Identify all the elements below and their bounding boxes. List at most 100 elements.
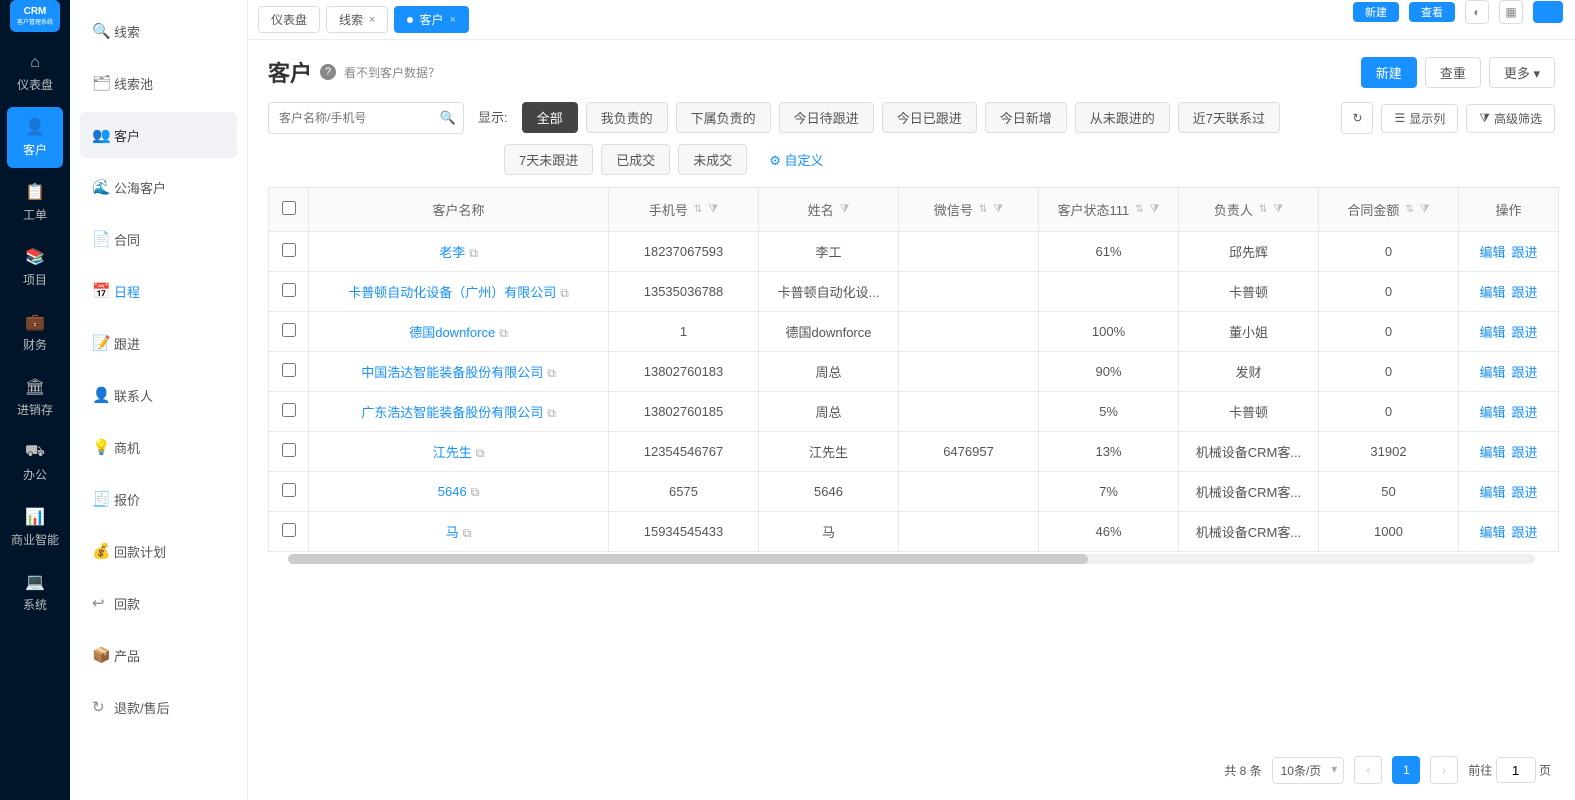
tab-1[interactable]: 线索× — [326, 6, 388, 33]
new-button[interactable]: 新建 — [1361, 57, 1417, 88]
edit-link[interactable]: 编辑 — [1479, 522, 1505, 541]
top-pill-1[interactable]: 新建 — [1353, 2, 1399, 22]
prev-page-button[interactable]: ‹ — [1354, 756, 1382, 784]
sidebar-item-0[interactable]: 🔍线索 — [80, 8, 237, 54]
filter-icon[interactable]: ⧩ — [840, 203, 850, 216]
horizontal-scrollbar[interactable] — [288, 554, 1535, 564]
nav-item-7[interactable]: 📊商业智能 — [7, 497, 63, 558]
jump-input[interactable] — [1496, 757, 1536, 783]
customer-name-link[interactable]: 5646 — [438, 484, 467, 499]
scroll-thumb[interactable] — [288, 554, 1088, 564]
sidebar-item-2[interactable]: 👥客户 — [80, 112, 237, 158]
filter-icon[interactable]: ⧩ — [1150, 203, 1160, 216]
filter-icon[interactable]: ⧩ — [1420, 203, 1430, 216]
sidebar-item-7[interactable]: 👤联系人 — [80, 372, 237, 418]
sort-icon[interactable]: ⇅ — [1405, 204, 1413, 215]
tab-0[interactable]: 仪表盘 — [258, 6, 320, 33]
avatar[interactable] — [1533, 1, 1563, 23]
sidebar-item-12[interactable]: 📦产品 — [80, 632, 237, 678]
search-icon[interactable]: 🔍 — [440, 110, 456, 126]
customer-name-link[interactable]: 老李 — [439, 245, 465, 260]
filter-chip-5[interactable]: 今日新增 — [985, 102, 1067, 133]
help-icon[interactable]: ? — [320, 64, 336, 80]
customer-name-link[interactable]: 中国浩达智能装备股份有限公司 — [361, 365, 543, 380]
customer-name-link[interactable]: 马 — [446, 525, 459, 540]
row-checkbox[interactable] — [282, 243, 296, 257]
row-checkbox[interactable] — [282, 283, 296, 297]
sort-icon[interactable]: ⇅ — [694, 204, 702, 215]
edit-link[interactable]: 编辑 — [1479, 242, 1505, 261]
row-checkbox[interactable] — [282, 323, 296, 337]
sidebar-item-8[interactable]: 💡商机 — [80, 424, 237, 470]
page-number-button[interactable]: 1 — [1392, 756, 1420, 784]
copy-icon[interactable]: ⧉ — [560, 286, 569, 300]
sidebar-item-10[interactable]: 💰回款计划 — [80, 528, 237, 574]
filter-chip2-1[interactable]: 已成交 — [601, 144, 670, 175]
copy-icon[interactable]: ⧉ — [476, 446, 485, 460]
close-icon[interactable]: × — [449, 14, 455, 26]
edit-link[interactable]: 编辑 — [1479, 402, 1505, 421]
follow-link[interactable]: 跟进 — [1512, 322, 1538, 341]
filter-icon[interactable]: ⧩ — [708, 203, 718, 216]
theme-icon[interactable]: ◐ — [1465, 0, 1489, 24]
sidebar-item-13[interactable]: ↻退款/售后 — [80, 684, 237, 730]
follow-link[interactable]: 跟进 — [1512, 242, 1538, 261]
close-icon[interactable]: × — [369, 14, 375, 26]
nav-item-2[interactable]: 📋工单 — [7, 172, 63, 233]
edit-link[interactable]: 编辑 — [1479, 322, 1505, 341]
advanced-filter-button[interactable]: ⧩高级筛选 — [1466, 104, 1555, 133]
customer-name-link[interactable]: 广东浩达智能装备股份有限公司 — [361, 405, 543, 420]
edit-link[interactable]: 编辑 — [1479, 482, 1505, 501]
follow-link[interactable]: 跟进 — [1512, 402, 1538, 421]
tab-2[interactable]: 客户× — [394, 6, 468, 33]
sidebar-item-1[interactable]: 🗂线索池 — [80, 60, 237, 106]
sort-icon[interactable]: ⇅ — [1259, 204, 1267, 215]
more-button[interactable]: 更多 ▾ — [1489, 57, 1555, 88]
help-text[interactable]: 看不到客户数据？ — [344, 64, 440, 81]
nav-item-8[interactable]: 💻系统 — [7, 562, 63, 623]
nav-item-5[interactable]: 🏛进销存 — [7, 367, 63, 428]
top-pill-2[interactable]: 查看 — [1409, 2, 1455, 22]
copy-icon[interactable]: ⧉ — [499, 326, 508, 340]
columns-button[interactable]: ☰显示列 — [1381, 104, 1458, 133]
row-checkbox[interactable] — [282, 483, 296, 497]
row-checkbox[interactable] — [282, 363, 296, 377]
row-checkbox[interactable] — [282, 403, 296, 417]
grid-icon[interactable]: ▦ — [1499, 0, 1523, 24]
reset-button[interactable]: 查重 — [1425, 57, 1481, 88]
sidebar-item-11[interactable]: ↩回款 — [80, 580, 237, 626]
copy-icon[interactable]: ⧉ — [463, 526, 472, 540]
nav-item-3[interactable]: 📚项目 — [7, 237, 63, 298]
next-page-button[interactable]: › — [1430, 756, 1458, 784]
edit-link[interactable]: 编辑 — [1479, 282, 1505, 301]
sidebar-item-3[interactable]: 🌊公海客户 — [80, 164, 237, 210]
filter-chip-2[interactable]: 下属负责的 — [676, 102, 771, 133]
nav-item-4[interactable]: 💼财务 — [7, 302, 63, 363]
filter-chip-1[interactable]: 我负责的 — [586, 102, 668, 133]
follow-link[interactable]: 跟进 — [1512, 522, 1538, 541]
filter-icon[interactable]: ⧩ — [993, 203, 1003, 216]
edit-link[interactable]: 编辑 — [1479, 362, 1505, 381]
edit-link[interactable]: 编辑 — [1479, 442, 1505, 461]
select-all-checkbox[interactable] — [282, 201, 296, 215]
sidebar-item-6[interactable]: 📝跟进 — [80, 320, 237, 366]
sidebar-item-5[interactable]: 📅日程 — [80, 268, 237, 314]
follow-link[interactable]: 跟进 — [1512, 482, 1538, 501]
follow-link[interactable]: 跟进 — [1512, 282, 1538, 301]
customer-name-link[interactable]: 江先生 — [433, 445, 472, 460]
customer-name-link[interactable]: 德国downforce — [409, 325, 495, 340]
copy-icon[interactable]: ⧉ — [547, 406, 556, 420]
filter-chip-6[interactable]: 从未跟进的 — [1075, 102, 1170, 133]
filter-icon[interactable]: ⧩ — [1273, 203, 1283, 216]
row-checkbox[interactable] — [282, 523, 296, 537]
sidebar-item-9[interactable]: 🧾报价 — [80, 476, 237, 522]
customer-name-link[interactable]: 卡普顿自动化设备（广州）有限公司 — [348, 285, 556, 300]
row-checkbox[interactable] — [282, 443, 296, 457]
copy-icon[interactable]: ⧉ — [547, 366, 556, 380]
filter-chip-7[interactable]: 近7天联系过 — [1178, 102, 1280, 133]
nav-item-1[interactable]: 👤客户 — [7, 107, 63, 168]
refresh-button[interactable]: ↻ — [1341, 102, 1373, 134]
follow-link[interactable]: 跟进 — [1512, 362, 1538, 381]
sort-icon[interactable]: ⇅ — [979, 204, 987, 215]
filter-chip-4[interactable]: 今日已跟进 — [882, 102, 977, 133]
